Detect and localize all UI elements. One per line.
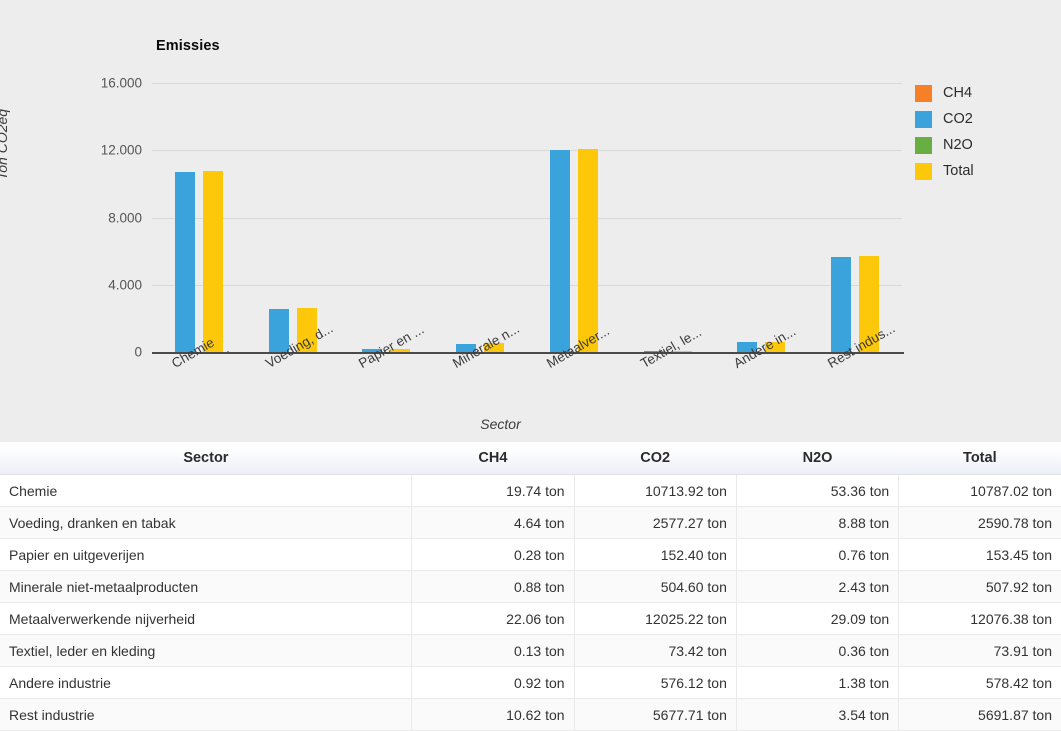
legend-item-total[interactable]: Total	[915, 158, 974, 184]
gridline	[152, 150, 902, 151]
table-body: Chemie19.74 ton10713.92 ton53.36 ton1078…	[0, 475, 1061, 731]
cell-co2: 504.60 ton	[574, 571, 736, 603]
legend-item-ch4[interactable]: CH4	[915, 80, 974, 106]
legend-label: Total	[943, 163, 974, 179]
emissions-table-container: Sector CH4 CO2 N2O Total Chemie19.74 ton…	[0, 442, 1061, 725]
legend-label: CH4	[943, 85, 972, 101]
cell-co2: 5677.71 ton	[574, 699, 736, 731]
y-axis-title: Ton CO2eq	[0, 109, 10, 180]
cell-co2: 73.42 ton	[574, 635, 736, 667]
cell-sector: Chemie	[0, 475, 412, 507]
table-row[interactable]: Voeding, dranken en tabak4.64 ton2577.27…	[0, 507, 1061, 539]
plot-area	[152, 83, 902, 352]
cell-ch4: 19.74 ton	[412, 475, 574, 507]
cell-ch4: 0.13 ton	[412, 635, 574, 667]
table-row[interactable]: Papier en uitgeverijen0.28 ton152.40 ton…	[0, 539, 1061, 571]
legend-label: N2O	[943, 137, 973, 153]
table-header-row: Sector CH4 CO2 N2O Total	[0, 442, 1061, 475]
cell-n2o: 29.09 ton	[736, 603, 898, 635]
cell-sector: Voeding, dranken en tabak	[0, 507, 412, 539]
cell-co2: 12025.22 ton	[574, 603, 736, 635]
table-row[interactable]: Minerale niet-metaalproducten0.88 ton504…	[0, 571, 1061, 603]
table-row[interactable]: Andere industrie0.92 ton576.12 ton1.38 t…	[0, 667, 1061, 699]
cell-n2o: 53.36 ton	[736, 475, 898, 507]
cell-sector: Textiel, leder en kleding	[0, 635, 412, 667]
gridline	[152, 218, 902, 219]
legend-swatch-icon	[915, 111, 932, 128]
cell-n2o: 3.54 ton	[736, 699, 898, 731]
table-row[interactable]: Metaalverwerkende nijverheid22.06 ton120…	[0, 603, 1061, 635]
cell-n2o: 0.36 ton	[736, 635, 898, 667]
cell-ch4: 4.64 ton	[412, 507, 574, 539]
cell-total: 2590.78 ton	[899, 507, 1061, 539]
bar-total-0[interactable]	[203, 171, 223, 352]
cell-co2: 576.12 ton	[574, 667, 736, 699]
y-tick-label: 12.000	[42, 143, 142, 158]
legend-item-n2o[interactable]: N2O	[915, 132, 974, 158]
chart-title: Emissies	[156, 38, 220, 54]
x-axis-line	[152, 352, 904, 354]
bar-co2-4[interactable]	[550, 150, 570, 352]
cell-ch4: 0.88 ton	[412, 571, 574, 603]
gridline	[152, 285, 902, 286]
cell-n2o: 0.76 ton	[736, 539, 898, 571]
cell-total: 5691.87 ton	[899, 699, 1061, 731]
cell-ch4: 22.06 ton	[412, 603, 574, 635]
cell-n2o: 2.43 ton	[736, 571, 898, 603]
cell-sector: Minerale niet-metaalproducten	[0, 571, 412, 603]
bar-total-4[interactable]	[578, 149, 598, 352]
cell-total: 507.92 ton	[899, 571, 1061, 603]
cell-sector: Papier en uitgeverijen	[0, 539, 412, 571]
legend-swatch-icon	[915, 85, 932, 102]
x-axis-title: Sector	[0, 416, 1061, 432]
table-header: Sector CH4 CO2 N2O Total	[0, 442, 1061, 475]
cell-ch4: 10.62 ton	[412, 699, 574, 731]
cell-co2: 152.40 ton	[574, 539, 736, 571]
y-axis-tick-labels: 0 4.000 8.000 12.000 16.000	[30, 0, 142, 442]
y-tick-label: 4.000	[42, 277, 142, 292]
cell-ch4: 0.28 ton	[412, 539, 574, 571]
legend-swatch-icon	[915, 163, 932, 180]
y-tick-label: 0	[42, 345, 142, 360]
table-row[interactable]: Rest industrie10.62 ton5677.71 ton3.54 t…	[0, 699, 1061, 731]
cell-ch4: 0.92 ton	[412, 667, 574, 699]
legend-label: CO2	[943, 111, 973, 127]
x-axis-title-text: Sector	[480, 416, 520, 432]
table-row[interactable]: Textiel, leder en kleding0.13 ton73.42 t…	[0, 635, 1061, 667]
cell-n2o: 8.88 ton	[736, 507, 898, 539]
bar-co2-7[interactable]	[831, 257, 851, 352]
column-header-co2[interactable]: CO2	[574, 442, 736, 475]
cell-co2: 2577.27 ton	[574, 507, 736, 539]
cell-co2: 10713.92 ton	[574, 475, 736, 507]
cell-total: 10787.02 ton	[899, 475, 1061, 507]
gridline	[152, 83, 902, 84]
column-header-ch4[interactable]: CH4	[412, 442, 574, 475]
column-header-total[interactable]: Total	[899, 442, 1061, 475]
chart-legend: CH4 CO2 N2O Total	[915, 80, 974, 184]
cell-sector: Rest industrie	[0, 699, 412, 731]
column-header-sector[interactable]: Sector	[0, 442, 412, 475]
cell-n2o: 1.38 ton	[736, 667, 898, 699]
cell-sector: Andere industrie	[0, 667, 412, 699]
emissions-table: Sector CH4 CO2 N2O Total Chemie19.74 ton…	[0, 442, 1061, 731]
legend-swatch-icon	[915, 137, 932, 154]
table-row[interactable]: Chemie19.74 ton10713.92 ton53.36 ton1078…	[0, 475, 1061, 507]
y-tick-label: 8.000	[42, 210, 142, 225]
bar-co2-0[interactable]	[175, 172, 195, 352]
cell-total: 12076.38 ton	[899, 603, 1061, 635]
column-header-n2o[interactable]: N2O	[736, 442, 898, 475]
cell-total: 153.45 ton	[899, 539, 1061, 571]
cell-total: 578.42 ton	[899, 667, 1061, 699]
cell-total: 73.91 ton	[899, 635, 1061, 667]
legend-item-co2[interactable]: CO2	[915, 106, 974, 132]
chart-panel: Emissies 0 4.000 8.000 12.000 16.000 Ton CO2…	[0, 0, 1061, 442]
y-tick-label: 16.000	[42, 76, 142, 91]
cell-sector: Metaalverwerkende nijverheid	[0, 603, 412, 635]
